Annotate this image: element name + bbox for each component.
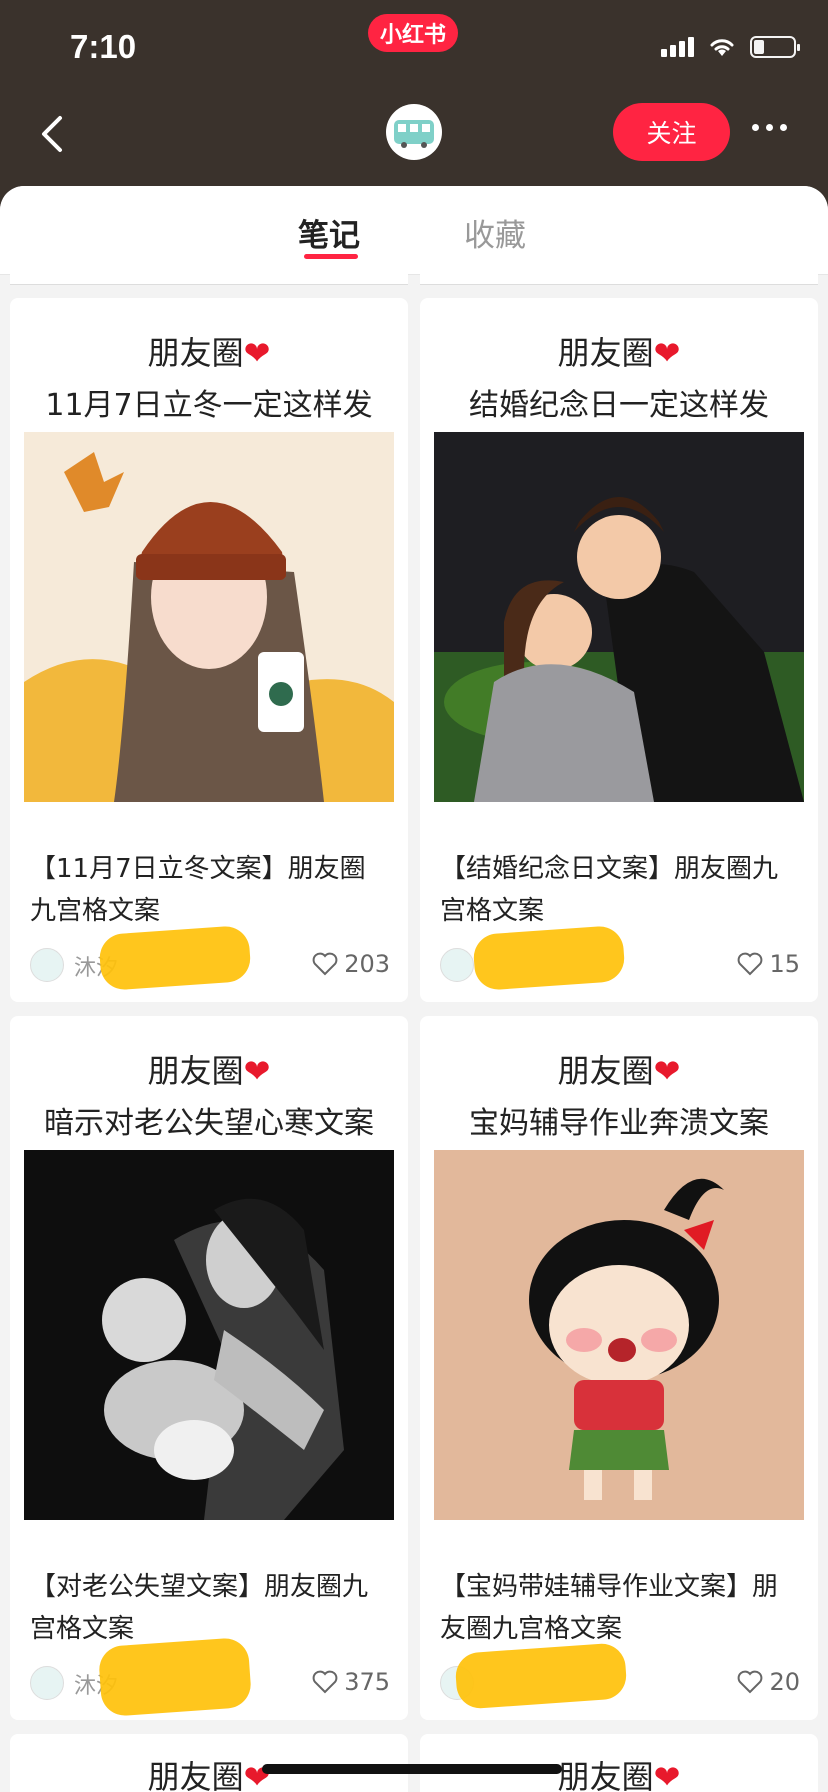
follow-button[interactable]: 关注 <box>613 103 730 161</box>
back-icon[interactable] <box>34 114 74 154</box>
card-cover-image <box>434 1150 804 1520</box>
avatar[interactable] <box>386 104 442 160</box>
wifi-icon <box>710 39 734 56</box>
tab-bar: 笔记 收藏 <box>0 186 828 275</box>
more-icon[interactable] <box>752 124 787 131</box>
card-caption-line1: 朋友圈❤ <box>557 1052 681 1090</box>
heart-outline-icon <box>312 1670 338 1694</box>
card-caption-line2: 宝妈辅导作业奔溃文案 <box>469 1106 769 1141</box>
red-heart-icon: ❤ <box>653 1052 681 1090</box>
card-caption-line1: 朋友圈❤ <box>557 334 681 372</box>
heart-outline-icon <box>738 1670 763 1694</box>
like-count[interactable]: 15 <box>737 950 800 978</box>
card-author[interactable]: 20 <box>440 1642 800 1710</box>
tab-notes[interactable]: 笔记 <box>298 210 360 255</box>
signal-icon <box>661 37 694 57</box>
redaction-mark <box>97 1636 253 1718</box>
like-count[interactable]: 20 <box>737 1668 800 1696</box>
card-caption-line2: 11月7日立冬一定这样发 <box>45 388 373 423</box>
note-card[interactable]: 朋友圈❤ 宝妈辅导作业奔溃文案 【宝妈带娃辅导作业文案】朋友圈九宫格文案 20 <box>420 1016 818 1720</box>
heart-outline-icon <box>738 952 763 976</box>
system-icons <box>661 36 800 58</box>
card-author[interactable]: 15 <box>440 924 800 992</box>
card-author[interactable]: 沐汐 203 <box>30 924 390 992</box>
card-title: 【结婚纪念日文案】朋友圈九宫格文案 <box>440 854 779 926</box>
note-card[interactable]: 朋友圈❤ <box>420 1734 818 1792</box>
card-caption-line2: 结婚纪念日一定这样发 <box>469 388 769 423</box>
author-avatar <box>30 948 64 982</box>
red-heart-icon: ❤ <box>653 1758 681 1792</box>
card-title: 【11月7日立冬文案】朋友圈九宫格文案 <box>30 854 366 926</box>
tab-favorites[interactable]: 收藏 <box>464 210 526 255</box>
card-title: 【对老公失望文案】朋友圈九宫格文案 <box>30 1572 369 1644</box>
card-cover-image <box>434 432 804 802</box>
card-caption-line2: 暗示对老公失望心寒文案 <box>44 1106 374 1141</box>
card-title: 【宝妈带娃辅导作业文案】朋友圈九宫格文案 <box>440 1572 779 1644</box>
redaction-mark <box>454 1642 628 1710</box>
previous-card-bottom <box>10 274 408 285</box>
card-caption-line1: 朋友圈❤ <box>147 1052 271 1090</box>
active-tab-indicator <box>304 254 358 259</box>
red-heart-icon: ❤ <box>243 334 271 372</box>
card-cover-image <box>24 1150 394 1520</box>
card-cover-image <box>24 432 394 802</box>
author-avatar <box>30 1666 64 1700</box>
note-card[interactable]: 朋友圈❤ 结婚纪念日一定这样发 【结婚纪念日文案】朋友圈九宫格文案 15 <box>420 298 818 1002</box>
avatar-bus-icon <box>394 120 434 148</box>
battery-icon <box>750 36 800 58</box>
author-avatar <box>440 948 474 982</box>
red-heart-icon: ❤ <box>243 1052 271 1090</box>
card-author[interactable]: 沐汐 375 <box>30 1636 390 1718</box>
nav-bar: 关注 <box>0 100 828 186</box>
like-count[interactable]: 375 <box>312 1668 390 1696</box>
heart-outline-icon <box>312 952 338 976</box>
previous-card-bottom <box>420 274 818 285</box>
content-sheet: 笔记 收藏 朋友圈❤ 11月7日立冬一定这样发 【11月7日立冬文案】朋友圈九宫… <box>0 186 828 1792</box>
redaction-mark <box>472 924 626 992</box>
note-card[interactable]: 朋友圈❤ 暗示对老公失望心寒文案 【对老公失望文案】朋友圈九宫格文案 沐汐 37… <box>10 1016 408 1720</box>
note-card[interactable]: 朋友圈❤ 11月7日立冬一定这样发 【11月7日立冬文案】朋友圈九宫格文案 沐汐 <box>10 298 408 1002</box>
status-bar: 7:10 小红书 <box>0 0 828 100</box>
red-heart-icon: ❤ <box>653 334 681 372</box>
redaction-mark <box>98 924 252 992</box>
card-caption-line1: 朋友圈❤ <box>147 334 271 372</box>
like-count[interactable]: 203 <box>312 950 390 978</box>
status-time: 7:10 <box>70 28 137 65</box>
note-card[interactable]: 朋友圈❤ <box>10 1734 408 1792</box>
home-indicator[interactable] <box>262 1764 562 1774</box>
app-badge: 小红书 <box>368 14 458 52</box>
